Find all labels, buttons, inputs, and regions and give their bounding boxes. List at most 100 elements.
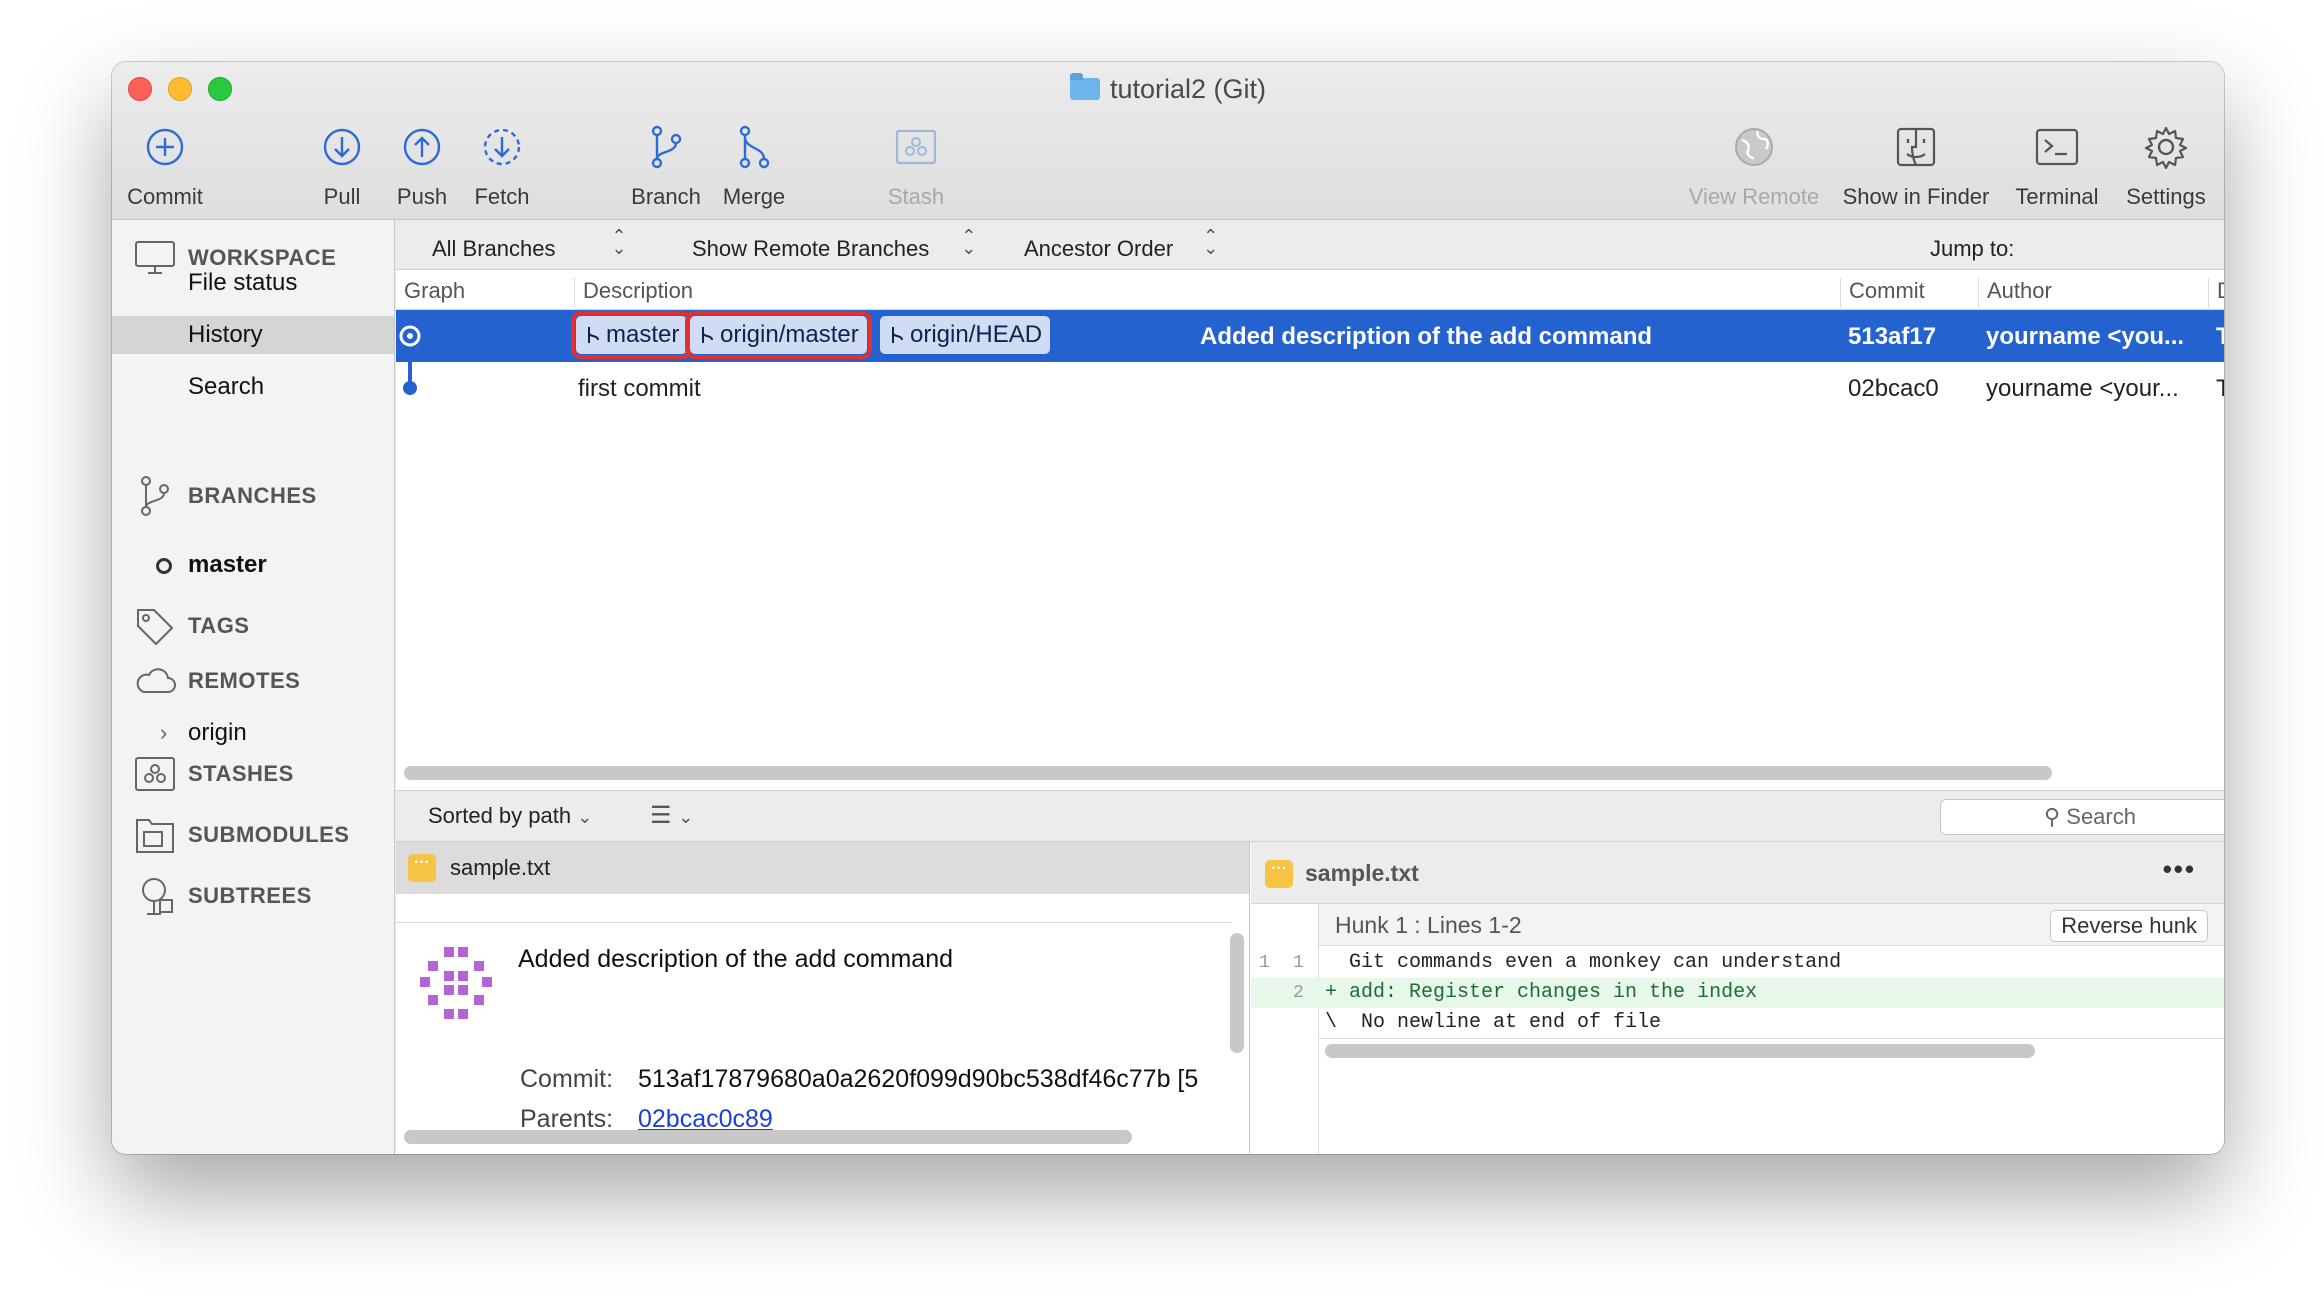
jump-to-select[interactable]: Jump to:⌃⌄ bbox=[1930, 230, 2224, 262]
chevron-down-icon: ⌄ bbox=[678, 807, 694, 827]
branch-icon bbox=[892, 327, 903, 343]
fetch-button[interactable]: Fetch bbox=[468, 120, 536, 210]
diff-file-name: sample.txt bbox=[1305, 860, 1419, 886]
sidebar-item-remote-origin[interactable]: › origin bbox=[112, 714, 394, 752]
branch-tag-origin-master[interactable]: origin/master bbox=[685, 311, 872, 359]
terminal-icon bbox=[2008, 120, 2106, 174]
commit-button[interactable]: Commit bbox=[126, 120, 204, 210]
stash-icon bbox=[135, 757, 175, 791]
sidebar: WORKSPACE File status History Search BRA… bbox=[112, 220, 395, 1154]
plus-circle-icon bbox=[126, 120, 204, 174]
arrow-up-circle-icon bbox=[390, 120, 454, 174]
commit-row[interactable]: first commit 02bcac0 yourname <your... T… bbox=[396, 362, 2224, 414]
arrow-down-circle-icon bbox=[312, 120, 372, 174]
branch-icon bbox=[588, 327, 599, 343]
commit-label: Commit: bbox=[520, 1065, 614, 1093]
view-remote-button[interactable]: View Remote bbox=[1682, 120, 1826, 210]
commit-hash: 02bcac0 bbox=[1848, 375, 1939, 402]
sidebar-item-branch-master[interactable]: master bbox=[112, 546, 394, 584]
order-filter-select[interactable]: Ancestor Order ⌃ ⌄ bbox=[1024, 227, 1218, 262]
remotes-section-header[interactable]: REMOTES bbox=[134, 666, 300, 696]
commit-message: Added description of the add command bbox=[518, 945, 953, 973]
branches-section-header[interactable]: BRANCHES bbox=[134, 474, 317, 518]
column-commit[interactable]: Commit bbox=[1840, 278, 1925, 308]
view-mode-dropdown[interactable]: ☰ ⌄ bbox=[650, 801, 693, 830]
chevron-right-icon[interactable]: › bbox=[160, 714, 167, 752]
commit-node-icon bbox=[403, 381, 417, 395]
diff-line-no-newline: \ No newline at end of file bbox=[1325, 1011, 1662, 1034]
commit-full-hash: 513af17879680a0a2620f099d90bc538df46c77b… bbox=[638, 1065, 1198, 1093]
column-graph[interactable]: Graph bbox=[396, 278, 465, 308]
commit-date: Today 20:1 bbox=[2216, 323, 2224, 350]
sidebar-item-search[interactable]: Search bbox=[112, 368, 394, 406]
pull-button[interactable]: Pull bbox=[312, 120, 372, 210]
file-list-toolbar: Sorted by path ⌄ ☰ ⌄ ⚲ Search ⚙ ⌄ bbox=[396, 790, 2224, 842]
updown-chevron-icon: ⌃ ⌄ bbox=[961, 226, 977, 258]
commit-node-icon bbox=[399, 325, 421, 347]
more-options-icon[interactable]: ••• bbox=[2163, 854, 2196, 885]
toolbar: tutorial2 (Git) Commit Pull Push Fetch B… bbox=[112, 62, 2224, 220]
file-search-input[interactable]: ⚲ Search bbox=[1940, 799, 2224, 835]
fetch-dashed-circle-icon bbox=[468, 120, 536, 174]
updown-chevron-icon: ⌃ ⌄ bbox=[611, 226, 627, 258]
details-vertical-scrollbar[interactable] bbox=[1230, 933, 1244, 1053]
branch-button[interactable]: Branch bbox=[626, 120, 706, 210]
commit-table-header: Graph Description Commit Author Date bbox=[396, 270, 2224, 310]
submodules-section-header[interactable]: SUBMODULES bbox=[134, 816, 349, 854]
file-list-item[interactable]: ··· sample.txt bbox=[396, 842, 1249, 894]
stash-button[interactable]: Stash bbox=[878, 120, 954, 210]
branch-tag-master[interactable]: master bbox=[570, 311, 693, 359]
branch-icon bbox=[141, 476, 169, 516]
push-button[interactable]: Push bbox=[390, 120, 454, 210]
commit-list-scrollbar[interactable] bbox=[404, 766, 2052, 780]
current-branch-indicator-icon bbox=[156, 558, 172, 574]
folder-icon bbox=[1069, 73, 1100, 100]
show-in-finder-button[interactable]: Show in Finder bbox=[1836, 120, 1996, 210]
chevron-down-icon: ⌄ bbox=[577, 807, 593, 827]
commit-row[interactable]: master origin/master origin/HEAD Added d… bbox=[396, 310, 2224, 362]
modified-file-icon: ··· bbox=[408, 854, 436, 882]
subtrees-section-header[interactable]: SUBTREES bbox=[134, 876, 312, 916]
hunk-header: Hunk 1 : Lines 1-2 Reverse hunk bbox=[1319, 904, 2224, 946]
diff-pane: ··· sample.txt ••• Hunk 1 : Lines 1-2 Re… bbox=[1251, 842, 2224, 1154]
commit-hash: 513af17 bbox=[1848, 323, 1937, 350]
branch-tag-origin-head[interactable]: origin/HEAD bbox=[880, 316, 1051, 354]
commit-details: Added description of the add command Com… bbox=[396, 922, 1244, 1154]
settings-button[interactable]: Settings bbox=[2116, 120, 2216, 210]
sidebar-item-file-status[interactable]: File status bbox=[112, 264, 394, 302]
commit-author: yourname <your... bbox=[1986, 375, 2179, 402]
branch-icon bbox=[702, 327, 713, 343]
merge-button[interactable]: Merge bbox=[716, 120, 792, 210]
search-icon: ⚲ bbox=[2044, 804, 2061, 829]
diff-line-added: 2 + add: Register changes in the index bbox=[1251, 978, 2224, 1008]
diff-horizontal-scrollbar[interactable] bbox=[1325, 1044, 2035, 1058]
hunk-title: Hunk 1 : Lines 1-2 bbox=[1335, 912, 1522, 938]
branches-filter-select[interactable]: All Branches ⌃ ⌄ bbox=[432, 226, 627, 262]
column-description[interactable]: Description bbox=[574, 278, 693, 308]
commit-description: first commit bbox=[578, 375, 701, 402]
remote-branches-filter-select[interactable]: Show Remote Branches ⌃ ⌄ bbox=[692, 226, 977, 262]
column-date[interactable]: Date bbox=[2208, 278, 2224, 308]
tag-icon bbox=[137, 609, 173, 645]
diff-header: ··· sample.txt ••• bbox=[1251, 842, 2224, 904]
sort-dropdown[interactable]: Sorted by path ⌄ bbox=[428, 803, 592, 829]
window-title: tutorial2 (Git) bbox=[112, 73, 2224, 105]
commit-author: yourname <you... bbox=[1986, 323, 2185, 350]
finder-icon bbox=[1836, 120, 1996, 174]
reverse-hunk-button[interactable]: Reverse hunk bbox=[2050, 910, 2208, 942]
stashes-section-header[interactable]: STASHES bbox=[134, 756, 294, 792]
file-name: sample.txt bbox=[450, 855, 551, 880]
submodule-icon bbox=[136, 819, 174, 853]
stash-icon bbox=[878, 120, 954, 174]
column-author[interactable]: Author bbox=[1978, 278, 2052, 308]
merge-icon bbox=[716, 120, 792, 174]
tags-section-header[interactable]: TAGS bbox=[134, 606, 249, 646]
history-view: All Branches ⌃ ⌄ Show Remote Branches ⌃ ⌄ An… bbox=[396, 220, 2224, 1154]
subtree-icon bbox=[142, 878, 173, 915]
sidebar-item-history[interactable]: History bbox=[112, 316, 394, 354]
app-window: tutorial2 (Git) Commit Pull Push Fetch B… bbox=[112, 62, 2224, 1154]
filter-bar: All Branches ⌃ ⌄ Show Remote Branches ⌃ ⌄ An… bbox=[396, 220, 2224, 270]
details-horizontal-scrollbar[interactable] bbox=[404, 1130, 1132, 1144]
commit-date: Today 19:3 bbox=[2216, 375, 2224, 402]
terminal-button[interactable]: Terminal bbox=[2008, 120, 2106, 210]
